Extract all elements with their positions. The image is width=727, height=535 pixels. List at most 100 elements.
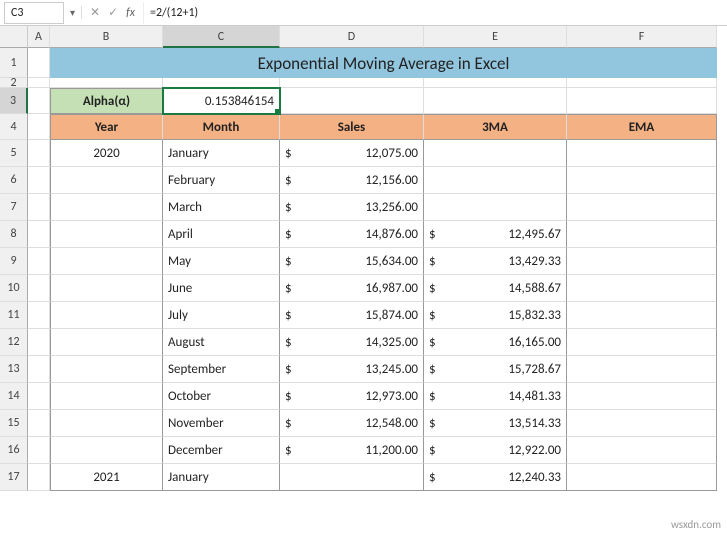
row-head-7[interactable]: 7 [0,194,28,221]
month-cell[interactable]: January [163,140,280,167]
year-cell[interactable] [50,329,163,356]
ema-cell[interactable] [567,356,717,383]
month-cell[interactable]: February [163,167,280,194]
sales-cell[interactable]: $12,156.00 [280,167,424,194]
header-year[interactable]: Year [50,114,163,140]
row-head-14[interactable]: 14 [0,383,28,410]
cell-A16[interactable] [28,437,50,464]
col-head-E[interactable]: E [424,26,567,48]
ma3-cell[interactable]: $15,728.67 [424,356,567,383]
row-head-11[interactable]: 11 [0,302,28,329]
fx-icon[interactable]: fx [126,6,135,20]
row-head-8[interactable]: 8 [0,221,28,248]
cell-F2[interactable] [567,78,717,88]
year-cell[interactable]: 2021 [50,464,163,491]
cell-A2[interactable] [28,78,50,88]
cell-A11[interactable] [28,302,50,329]
cell-A8[interactable] [28,221,50,248]
month-cell[interactable]: September [163,356,280,383]
cell-B2[interactable] [50,78,163,88]
header-month[interactable]: Month [163,114,280,140]
ema-cell[interactable] [567,410,717,437]
name-box[interactable]: C3 [4,2,64,24]
sales-cell[interactable]: $11,200.00 [280,437,424,464]
year-cell[interactable] [50,302,163,329]
cancel-icon[interactable]: ✕ [90,5,100,20]
cell-A6[interactable] [28,167,50,194]
name-box-dropdown-icon[interactable]: ▾ [68,6,82,19]
ma3-cell[interactable] [424,140,567,167]
row-head-13[interactable]: 13 [0,356,28,383]
ema-cell[interactable] [567,275,717,302]
ema-cell[interactable] [567,248,717,275]
confirm-icon[interactable]: ✓ [108,5,118,20]
sales-cell[interactable]: $14,325.00 [280,329,424,356]
col-head-A[interactable]: A [28,26,50,48]
cell-A10[interactable] [28,275,50,302]
row-head-5[interactable]: 5 [0,140,28,167]
sales-cell[interactable]: $16,987.00 [280,275,424,302]
cell-A12[interactable] [28,329,50,356]
ema-cell[interactable] [567,302,717,329]
month-cell[interactable]: May [163,248,280,275]
cell-A1[interactable] [28,48,50,78]
row-head-2[interactable]: 2 [0,78,28,88]
year-cell[interactable] [50,194,163,221]
ema-cell[interactable] [567,437,717,464]
year-cell[interactable] [50,437,163,464]
alpha-label-cell[interactable]: Alpha(α) [50,88,163,114]
cell-A3[interactable] [28,88,50,114]
ma3-cell[interactable]: $12,922.00 [424,437,567,464]
ema-cell[interactable] [567,329,717,356]
row-head-1[interactable]: 1 [0,48,28,78]
alpha-value-cell[interactable]: 0.153846154 [163,88,280,114]
cell-C2[interactable] [163,78,280,88]
sales-cell[interactable]: $15,634.00 [280,248,424,275]
row-head-6[interactable]: 6 [0,167,28,194]
year-cell[interactable] [50,356,163,383]
ema-cell[interactable] [567,383,717,410]
year-cell[interactable] [50,248,163,275]
cell-A7[interactable] [28,194,50,221]
select-all-corner[interactable] [0,26,28,48]
ema-cell[interactable] [567,194,717,221]
ema-cell[interactable] [567,167,717,194]
month-cell[interactable]: January [163,464,280,491]
cell-A13[interactable] [28,356,50,383]
spreadsheet-grid[interactable]: A B C D E F 1 Exponential Moving Average… [0,26,727,491]
month-cell[interactable]: July [163,302,280,329]
cell-A9[interactable] [28,248,50,275]
ma3-cell[interactable]: $12,240.33 [424,464,567,491]
cell-A4[interactable] [28,114,50,140]
cell-D2[interactable] [280,78,424,88]
ma3-cell[interactable]: $14,481.33 [424,383,567,410]
ema-cell[interactable] [567,221,717,248]
cell-A15[interactable] [28,410,50,437]
ma3-cell[interactable] [424,194,567,221]
sales-cell[interactable]: $13,245.00 [280,356,424,383]
month-cell[interactable]: October [163,383,280,410]
ma3-cell[interactable]: $13,429.33 [424,248,567,275]
sales-cell[interactable]: $12,548.00 [280,410,424,437]
year-cell[interactable] [50,383,163,410]
ma3-cell[interactable]: $16,165.00 [424,329,567,356]
title-cell[interactable]: Exponential Moving Average in Excel [50,48,717,78]
cell-E3[interactable] [424,88,567,114]
ma3-cell[interactable]: $12,495.67 [424,221,567,248]
col-head-B[interactable]: B [50,26,163,48]
sales-cell[interactable]: $14,876.00 [280,221,424,248]
row-head-12[interactable]: 12 [0,329,28,356]
row-head-15[interactable]: 15 [0,410,28,437]
sales-cell[interactable]: $15,874.00 [280,302,424,329]
year-cell[interactable] [50,221,163,248]
sales-cell[interactable]: $13,256.00 [280,194,424,221]
col-head-D[interactable]: D [280,26,424,48]
ema-cell[interactable] [567,140,717,167]
header-3ma[interactable]: 3MA [424,114,567,140]
col-head-C[interactable]: C [163,26,280,48]
row-head-4[interactable]: 4 [0,114,28,140]
header-ema[interactable]: EMA [567,114,717,140]
year-cell[interactable] [50,275,163,302]
ma3-cell[interactable]: $14,588.67 [424,275,567,302]
row-head-10[interactable]: 10 [0,275,28,302]
